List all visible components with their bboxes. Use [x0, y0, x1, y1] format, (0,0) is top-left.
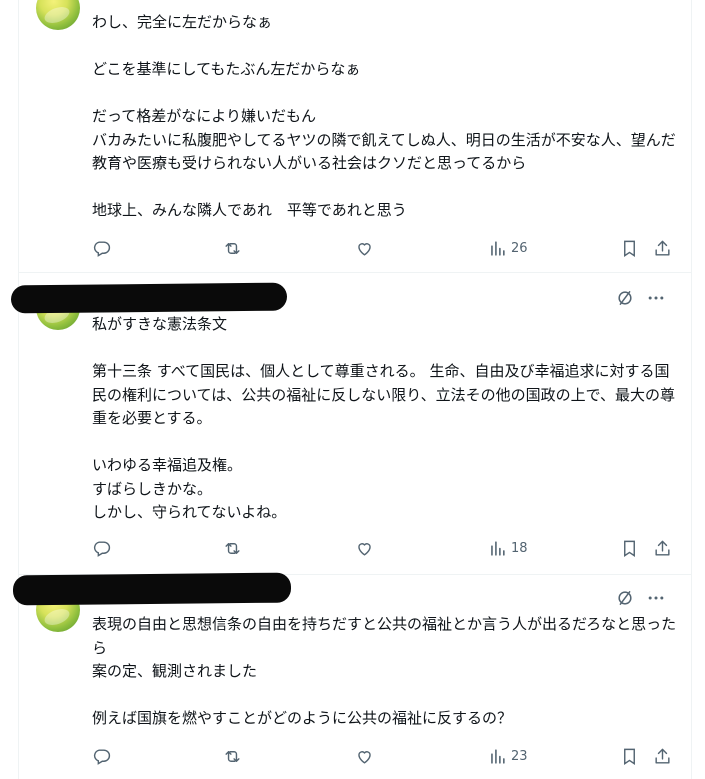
like-button[interactable]: [355, 536, 374, 560]
views-button[interactable]: 23: [488, 744, 528, 768]
repost-button[interactable]: [223, 536, 242, 560]
post-actions: 26: [87, 236, 687, 260]
views-count: 18: [511, 540, 528, 556]
views-button[interactable]: 26: [488, 236, 528, 260]
post-top-actions: [613, 288, 673, 310]
grok-icon: [618, 290, 632, 306]
post[interactable]: わし、完全に左だからなぁ どこを基準にしてもたぶん左だからなぁ だって格差がなに…: [19, 0, 691, 273]
like-icon: [358, 542, 371, 556]
reply-icon: [93, 748, 111, 765]
post-text: わし、完全に左だからなぁ どこを基準にしてもたぶん左だからなぁ だって格差がなに…: [92, 13, 676, 219]
like-icon: [358, 242, 371, 256]
bookmark-button[interactable]: [620, 536, 639, 560]
post[interactable]: 表現の自由と思想信条の自由を持ちだすと公共の福祉とか言う人が出るだろなと思ったら…: [12, 572, 691, 779]
repost-button[interactable]: [223, 744, 242, 768]
reply-button[interactable]: [92, 744, 111, 768]
share-icon: [655, 540, 670, 556]
reply-icon: [93, 240, 111, 257]
share-icon: [655, 748, 670, 764]
more-button[interactable]: [646, 288, 666, 312]
post-top-actions: [613, 588, 673, 610]
share-button[interactable]: [653, 236, 672, 260]
bookmark-icon: [624, 748, 635, 765]
redacted-username: [10, 282, 288, 314]
more-icon: [648, 296, 664, 300]
post-actions: 18: [87, 536, 687, 560]
grok-icon: [618, 590, 632, 606]
like-button[interactable]: [355, 236, 374, 260]
views-count: 26: [511, 240, 528, 256]
bookmark-icon: [624, 540, 635, 557]
repost-icon: [225, 242, 240, 254]
views-button[interactable]: 18: [488, 536, 528, 560]
reply-button[interactable]: [92, 536, 111, 560]
grok-button[interactable]: [615, 288, 635, 312]
post-text: 表現の自由と思想信条の自由を持ちだすと公共の福祉とか言う人が出るだろなと思ったら…: [92, 615, 677, 727]
timeline-feed: わし、完全に左だからなぁ どこを基準にしてもたぶん左だからなぁ だって格差がなに…: [10, 0, 692, 779]
post-text: 私がすきな憲法条文 第十三条 すべて国民は、個人として尊重される。 生命、自由及…: [92, 315, 676, 521]
reply-button[interactable]: [92, 236, 111, 260]
views-icon: [491, 748, 505, 764]
grok-button[interactable]: [615, 588, 635, 612]
views-icon: [491, 540, 505, 556]
more-button[interactable]: [646, 588, 666, 612]
bookmark-button[interactable]: [620, 236, 639, 260]
post-actions: 23: [87, 744, 687, 768]
more-icon: [648, 596, 664, 600]
avatar[interactable]: [36, 0, 80, 30]
post[interactable]: 私がすきな憲法条文 第十三条 すべて国民は、個人として尊重される。 生命、自由及…: [10, 272, 691, 575]
reply-icon: [93, 540, 111, 557]
redacted-username: [12, 572, 292, 606]
views-icon: [491, 240, 505, 256]
share-button[interactable]: [653, 744, 672, 768]
like-icon: [358, 750, 371, 764]
repost-button[interactable]: [223, 236, 242, 260]
share-button[interactable]: [653, 536, 672, 560]
share-icon: [655, 240, 670, 256]
repost-icon: [225, 750, 240, 762]
like-button[interactable]: [355, 744, 374, 768]
bookmark-icon: [624, 240, 635, 257]
repost-icon: [225, 542, 240, 554]
views-count: 23: [511, 748, 528, 764]
bookmark-button[interactable]: [620, 744, 639, 768]
